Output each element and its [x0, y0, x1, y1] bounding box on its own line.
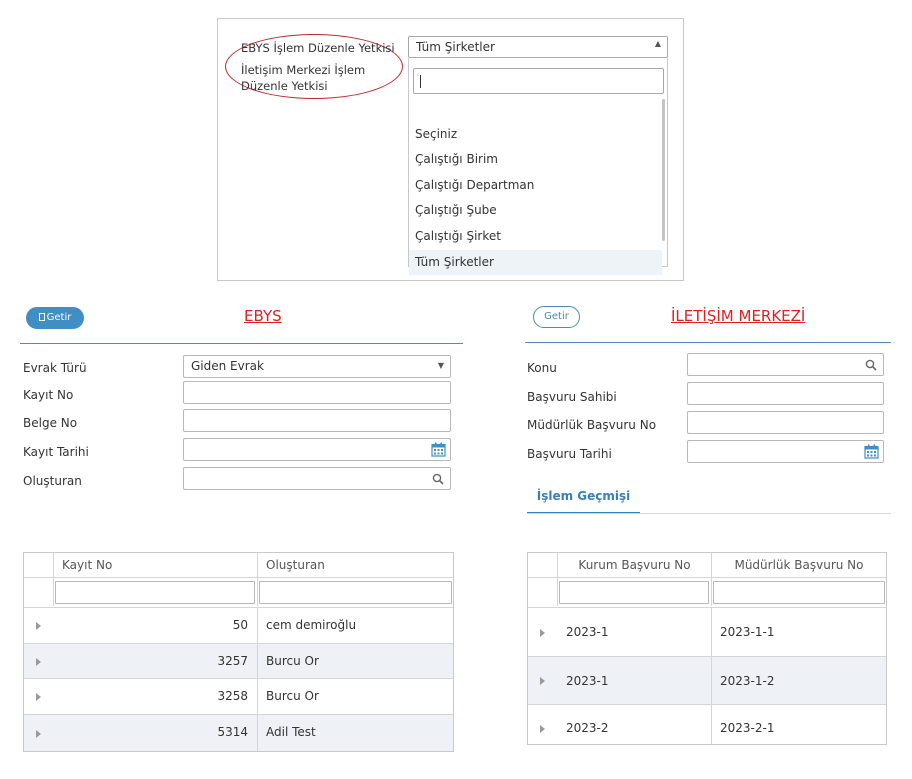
- expand-row-icon[interactable]: [540, 677, 545, 685]
- search-icon[interactable]: [432, 473, 444, 485]
- kayit-tarihi-input[interactable]: [183, 438, 451, 461]
- ebys-getir-button[interactable]: Getir: [26, 307, 84, 329]
- table-row[interactable]: 5314 Adil Test: [24, 714, 453, 751]
- cell-olusturan: Burcu Or: [266, 689, 319, 703]
- calendar-icon[interactable]: [431, 442, 446, 457]
- column-divider: [557, 553, 558, 606]
- kayit-no-input[interactable]: [183, 381, 451, 404]
- dropdown-search-input[interactable]: [413, 68, 664, 94]
- expand-row-icon[interactable]: [36, 658, 41, 666]
- column-divider: [711, 607, 712, 744]
- table-row[interactable]: 2023-1 2023-1-2: [528, 656, 886, 704]
- dropdown-option-sirket[interactable]: Çalıştığı Şirket: [409, 224, 662, 249]
- dropdown-scrollbar[interactable]: [662, 99, 665, 241]
- belge-no-label: Belge No: [23, 416, 78, 430]
- iletisim-divider: [525, 342, 891, 343]
- ebys-grid: Kayıt No Oluşturan 50 cem demiroğlu 3257…: [23, 552, 454, 752]
- permission-popup: EBYS İşlem Düzenle Yetkisi İletişim Merk…: [217, 18, 684, 281]
- basvuru-tarihi-label: Başvuru Tarihi: [527, 447, 612, 461]
- kayit-no-filter-input[interactable]: [55, 581, 255, 604]
- column-header-mudurluk-basvuru-no[interactable]: Müdürlük Başvuru No: [712, 553, 886, 578]
- dropdown-option-sube[interactable]: Çalıştığı Şube: [409, 198, 662, 223]
- kurum-basvuru-no-filter-input[interactable]: [559, 581, 709, 604]
- tab-islem-gecmisi[interactable]: İşlem Geçmişi: [527, 487, 640, 514]
- column-divider: [711, 553, 712, 606]
- basvuru-sahibi-label: Başvuru Sahibi: [527, 390, 617, 404]
- expand-row-icon[interactable]: [36, 622, 41, 630]
- cell-kurum-basvuru-no: 2023-2: [566, 721, 609, 735]
- table-row[interactable]: 2023-1 2023-1-1: [528, 607, 886, 656]
- table-row[interactable]: 3258 Burcu Or: [24, 678, 453, 714]
- cell-mudurluk-basvuru-no: 2023-1-1: [720, 625, 775, 639]
- kayit-no-label: Kayıt No: [23, 388, 74, 402]
- table-row[interactable]: 2023-2 2023-2-1: [528, 704, 886, 744]
- cell-mudurluk-basvuru-no: 2023-2-1: [720, 721, 775, 735]
- caret-up-icon: ▲: [654, 39, 661, 48]
- expand-row-icon[interactable]: [540, 629, 545, 637]
- dropdown-option-tum-sirketler[interactable]: Tüm Şirketler: [409, 250, 662, 275]
- column-divider: [53, 553, 54, 606]
- cell-kayit-no: 50: [232, 618, 248, 632]
- evrak-turu-select[interactable]: Giden Evrak ▼: [183, 355, 451, 378]
- table-row[interactable]: 50 cem demiroğlu: [24, 607, 453, 643]
- column-divider: [257, 553, 258, 606]
- iletisim-getir-button[interactable]: Getir: [533, 306, 580, 328]
- belge-no-input[interactable]: [183, 409, 451, 432]
- search-icon[interactable]: [865, 359, 877, 371]
- evrak-turu-value: Giden Evrak: [191, 359, 264, 373]
- column-header-olusturan[interactable]: Oluşturan: [266, 553, 325, 578]
- cell-kayit-no: 3257: [217, 654, 248, 668]
- evrak-turu-label: Evrak Türü: [23, 361, 87, 375]
- mudurluk-basvuru-no-input[interactable]: [687, 411, 884, 434]
- cell-olusturan: Adil Test: [266, 725, 316, 739]
- scope-select[interactable]: Tüm Şirketler ▲: [408, 36, 668, 58]
- expand-row-icon[interactable]: [36, 730, 41, 738]
- olusturan-label: Oluşturan: [23, 474, 82, 488]
- cell-kayit-no: 5314: [217, 725, 248, 739]
- cell-kayit-no: 3258: [217, 689, 248, 703]
- permission-label-ebys: EBYS İşlem Düzenle Yetkisi: [241, 41, 395, 55]
- konu-input[interactable]: [687, 353, 884, 376]
- basvuru-sahibi-input[interactable]: [687, 382, 884, 405]
- scope-select-value: Tüm Şirketler: [416, 40, 495, 54]
- iletisim-title: İLETİŞİM MERKEZİ: [671, 307, 806, 325]
- iletisim-grid: Kurum Başvuru No Müdürlük Başvuru No 202…: [527, 552, 887, 745]
- dropdown-option-birim[interactable]: Çalıştığı Birim: [409, 147, 662, 172]
- ebys-divider: [20, 343, 463, 344]
- ebys-getir-label: Getir: [46, 312, 72, 323]
- cell-olusturan: cem demiroğlu: [266, 618, 357, 632]
- cell-olusturan: Burcu Or: [266, 654, 319, 668]
- tab-divider: [527, 513, 891, 514]
- kayit-tarihi-label: Kayıt Tarihi: [23, 445, 89, 459]
- expand-row-icon[interactable]: [540, 725, 545, 733]
- table-row[interactable]: 3257 Burcu Or: [24, 643, 453, 678]
- calendar-icon[interactable]: [864, 444, 879, 459]
- cell-kurum-basvuru-no: 2023-1: [566, 674, 609, 688]
- caret-down-icon: ▼: [437, 361, 444, 370]
- document-icon: [38, 313, 45, 321]
- text-cursor: [420, 75, 421, 88]
- basvuru-tarihi-input[interactable]: [687, 440, 884, 463]
- column-header-kurum-basvuru-no[interactable]: Kurum Başvuru No: [558, 553, 711, 578]
- scope-dropdown-list: Seçiniz Çalıştığı Birim Çalıştığı Depart…: [408, 58, 668, 275]
- cell-mudurluk-basvuru-no: 2023-1-2: [720, 674, 775, 688]
- column-header-kayit-no[interactable]: Kayıt No: [62, 553, 112, 578]
- expand-row-icon[interactable]: [36, 693, 41, 701]
- mudurluk-basvuru-no-filter-input[interactable]: [713, 581, 885, 604]
- ebys-grid-header: Kayıt No Oluşturan: [24, 553, 453, 578]
- permission-label-iletisim: İletişim Merkezi İşlem Düzenle Yetkisi: [241, 63, 366, 93]
- dropdown-option-departman[interactable]: Çalıştığı Departman: [409, 173, 662, 198]
- konu-label: Konu: [527, 361, 557, 375]
- cell-kurum-basvuru-no: 2023-1: [566, 625, 609, 639]
- ebys-title: EBYS: [244, 307, 282, 325]
- iletisim-grid-header: Kurum Başvuru No Müdürlük Başvuru No: [528, 553, 886, 578]
- olusturan-filter-input[interactable]: [259, 581, 452, 604]
- column-divider: [257, 607, 258, 751]
- mudurluk-basvuru-no-label: Müdürlük Başvuru No: [527, 418, 657, 432]
- olusturan-input[interactable]: [183, 467, 451, 490]
- dropdown-option-seciniz[interactable]: Seçiniz: [409, 122, 662, 147]
